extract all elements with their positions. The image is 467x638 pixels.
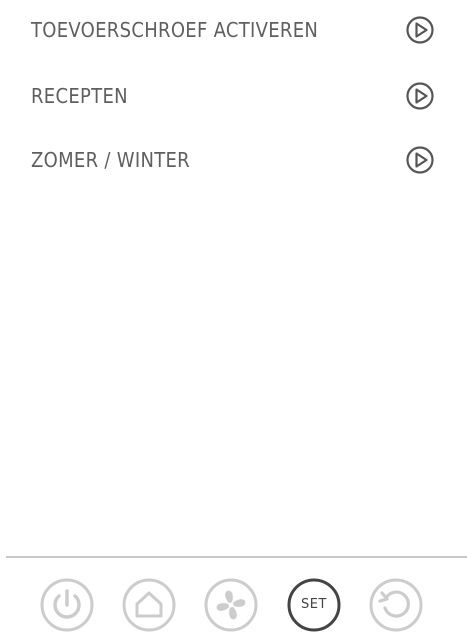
menu-item-label: TOEVOERSCHROEF ACTIVEREN: [31, 18, 319, 42]
home-button[interactable]: [122, 578, 176, 632]
menu-item-recepten[interactable]: RECEPTEN: [0, 74, 467, 118]
refresh-icon: [369, 578, 423, 632]
home-icon: [122, 578, 176, 632]
menu-item-toevoerschroef[interactable]: TOEVOERSCHROEF ACTIVEREN: [0, 8, 467, 52]
fan-icon: [204, 578, 258, 632]
menu-item-label: RECEPTEN: [31, 84, 128, 108]
fan-button[interactable]: [204, 578, 258, 632]
back-button[interactable]: [369, 578, 423, 632]
power-icon: [40, 578, 94, 632]
set-button[interactable]: SET: [287, 578, 341, 632]
menu-item-label: ZOMER / WINTER: [31, 148, 190, 172]
play-circle-icon[interactable]: [405, 15, 435, 45]
set-button-label: SET: [301, 597, 327, 612]
play-circle-icon[interactable]: [405, 81, 435, 111]
menu-item-zomer-winter[interactable]: ZOMER / WINTER: [0, 138, 467, 182]
bottom-navbar: SET: [0, 578, 467, 634]
divider: [6, 556, 467, 558]
play-circle-icon[interactable]: [405, 145, 435, 175]
power-button[interactable]: [40, 578, 94, 632]
